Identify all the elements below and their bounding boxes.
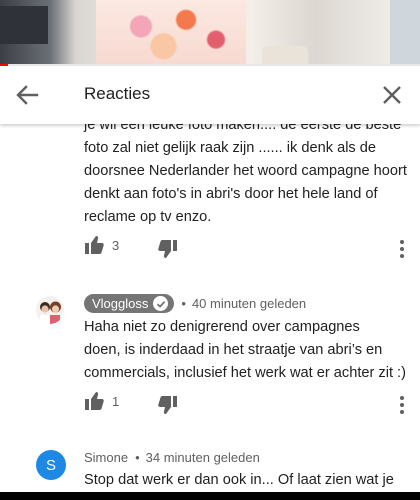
creator-badge[interactable]: Vloggloss xyxy=(84,294,175,313)
more-options-button[interactable] xyxy=(398,396,406,414)
avatar[interactable] xyxy=(36,296,64,324)
video-background-object xyxy=(0,6,48,44)
video-player[interactable] xyxy=(0,0,420,66)
comment-text-line: foto zal niet gelijk raak zijn ...... ik… xyxy=(84,140,377,156)
like-button[interactable]: 3 xyxy=(84,236,119,254)
comment-text-line: reclame op tv enzo. xyxy=(84,209,212,225)
meta-separator: • xyxy=(135,450,140,465)
avatar[interactable]: S xyxy=(36,450,66,480)
like-count: 1 xyxy=(112,393,120,409)
close-icon xyxy=(383,86,401,104)
comment-meta: Simone • 34 minuten geleden xyxy=(84,450,260,465)
dislike-button[interactable] xyxy=(158,396,178,414)
comment-text-line: commercials, inclusief het werk wat er a… xyxy=(84,365,406,381)
video-frame-object xyxy=(390,0,420,66)
comment-text: je wil een leuke foto maken.... de eerst… xyxy=(84,124,414,229)
arrow-left-icon xyxy=(16,85,39,105)
comment-text-line: Haha niet zo denigrerend over campagnes xyxy=(84,319,360,335)
comment-author: Vloggloss xyxy=(92,296,149,311)
comment-text-line: je wil een leuke foto maken.... de eerst… xyxy=(84,124,402,133)
page-title: Reacties xyxy=(84,84,151,103)
video-frame-dress xyxy=(96,0,246,66)
comments-list[interactable]: je wil een leuke foto maken.... de eerst… xyxy=(0,124,420,500)
more-vert-icon xyxy=(398,240,406,258)
comment-text: Haha niet zo denigrerend over campagnes … xyxy=(84,316,414,385)
comments-header: Reacties xyxy=(0,66,420,124)
comment-author[interactable]: Simone xyxy=(84,450,128,465)
comment-time: 40 minuten geleden xyxy=(191,296,307,311)
video-frame-object xyxy=(262,46,308,66)
comment-text-line: denkt aan foto's in abri's door het hele… xyxy=(84,186,378,202)
close-button[interactable] xyxy=(380,83,404,107)
creator-avatar-icon xyxy=(36,296,64,324)
comment-text-line: Stop dat werk er dan ook in... Of laat z… xyxy=(84,472,394,488)
back-button[interactable] xyxy=(14,83,40,107)
thumbs-down-icon xyxy=(158,396,177,414)
comment-meta: Vloggloss • 40 minuten geleden xyxy=(84,294,306,313)
meta-separator: • xyxy=(181,296,186,311)
comment-text-line: doen, is inderdaad in het straatje van a… xyxy=(84,342,383,358)
thumbs-down-icon xyxy=(158,240,177,258)
comment-text: Stop dat werk er dan ook in... Of laat z… xyxy=(84,469,414,492)
dislike-button[interactable] xyxy=(158,240,178,258)
thumbs-up-icon xyxy=(85,236,104,254)
comment-text-line: doorsnee Nederlander het woord campagne … xyxy=(84,163,407,179)
verified-check-icon xyxy=(153,296,169,311)
like-button[interactable]: 1 xyxy=(84,392,119,410)
more-vert-icon xyxy=(398,396,406,414)
more-options-button[interactable] xyxy=(398,240,406,258)
bottom-edge-bar xyxy=(0,492,420,500)
comment-time: 34 minuten geleden xyxy=(145,450,260,465)
thumbs-up-icon xyxy=(85,392,104,410)
like-count: 3 xyxy=(112,237,120,253)
